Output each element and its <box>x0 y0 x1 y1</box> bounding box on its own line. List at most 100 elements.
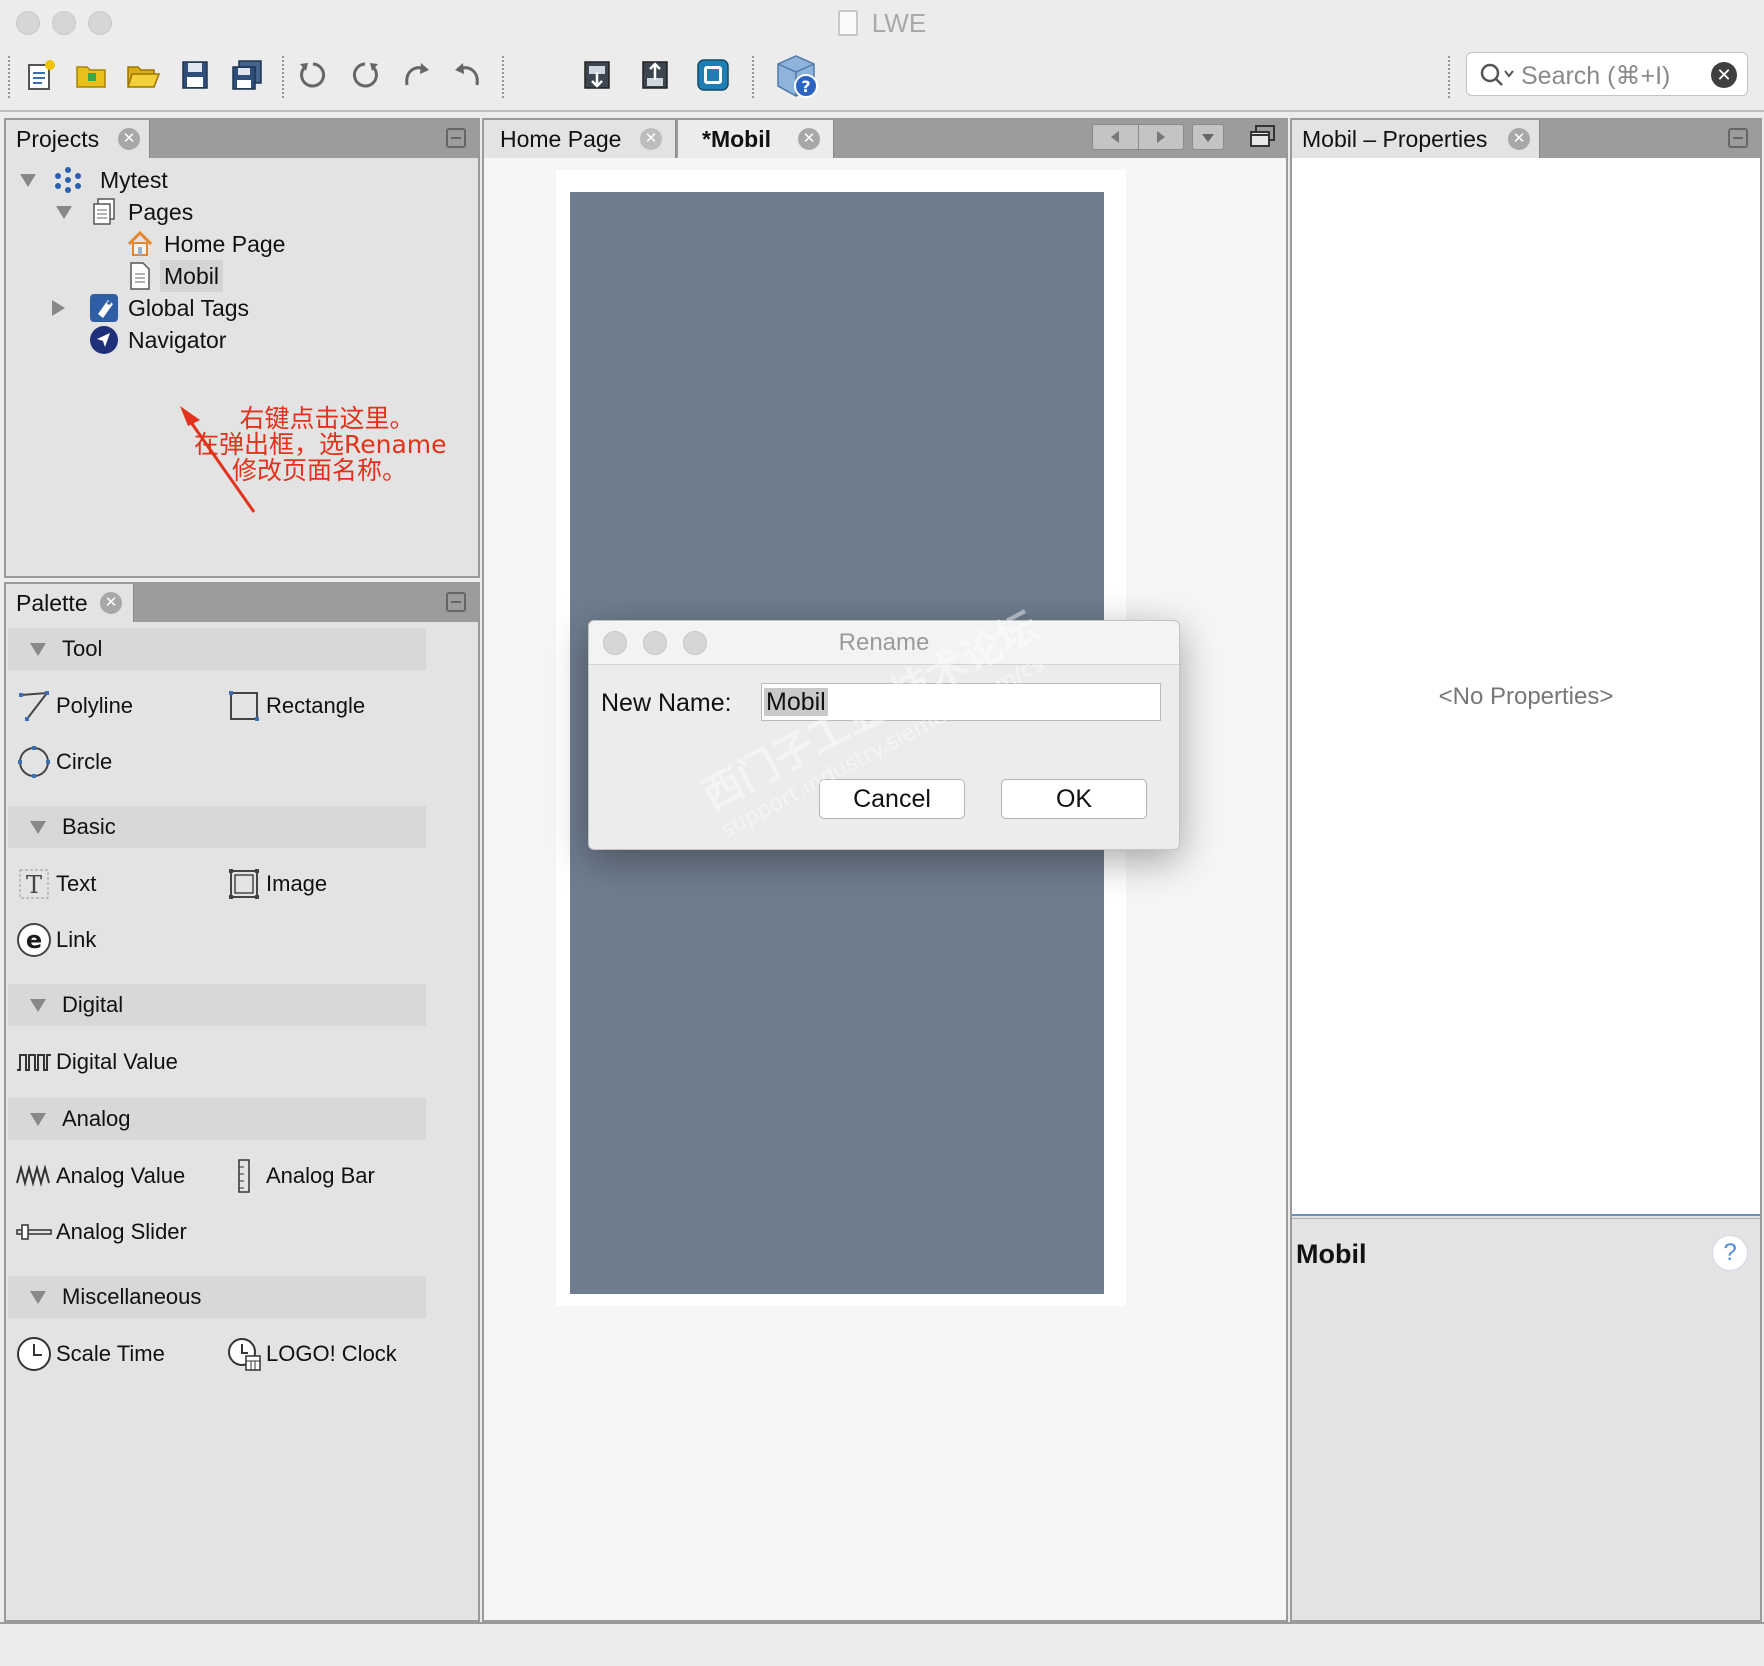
tab-properties[interactable]: Mobil – Properties ✕ <box>1292 120 1540 158</box>
close-tab-icon[interactable]: ✕ <box>640 128 662 150</box>
tab-home-page-label: Home Page <box>500 126 622 152</box>
category-tool[interactable]: Tool <box>8 628 426 670</box>
palette-item-digital-value[interactable]: Digital Value <box>12 1042 178 1082</box>
clear-search-icon[interactable]: ✕ <box>1711 62 1737 88</box>
tab-mobil-label: *Mobil <box>702 126 771 152</box>
palette-item-label: Polyline <box>56 693 134 718</box>
toolbar-separator <box>752 56 754 98</box>
palette-item-label: Circle <box>56 749 113 774</box>
title-bar: LWE <box>0 0 1764 44</box>
ok-button[interactable]: OK <box>1001 779 1147 819</box>
expand-arrow-icon <box>30 1113 46 1126</box>
window-title: LWE <box>0 8 1764 39</box>
new-folder-icon[interactable] <box>70 54 112 96</box>
minimize-panel-icon[interactable] <box>446 128 466 148</box>
properties-panel: Mobil – Properties ✕ <No Properties> Mob… <box>1290 118 1762 1622</box>
palette-item-text[interactable]: T Text <box>12 864 96 904</box>
palette-item-circle[interactable]: Circle <box>12 742 112 782</box>
annotation-line-1: 右键点击这里。 <box>239 404 415 433</box>
palette-item-label: Digital Value <box>56 1049 178 1074</box>
dialog-title: Rename <box>838 629 930 656</box>
dialog-zoom-button[interactable] <box>683 631 707 655</box>
search-input[interactable]: Search (⌘+I) <box>1521 61 1670 91</box>
editor-canvas[interactable] <box>484 158 1286 1620</box>
properties-tabstrip: Mobil – Properties ✕ <box>1292 120 1760 158</box>
simulate-icon[interactable] <box>692 54 734 96</box>
palette-item-polyline[interactable]: Polyline <box>12 686 133 726</box>
tab-palette[interactable]: Palette ✕ <box>6 584 134 622</box>
palette-panel: Palette ✕ Tool Polyline Rectangle Circle… <box>4 582 480 1622</box>
palette-item-analog-bar[interactable]: Analog Bar <box>222 1156 375 1196</box>
close-tab-icon[interactable]: ✕ <box>118 128 140 150</box>
collapse-arrow-icon[interactable] <box>52 300 65 316</box>
restore-window-icon[interactable] <box>1248 124 1278 150</box>
scroll-left-icon[interactable] <box>1111 131 1119 143</box>
category-analog[interactable]: Analog <box>8 1098 426 1140</box>
pages-icon <box>88 196 120 228</box>
expand-arrow-icon[interactable] <box>56 206 72 219</box>
palette-item-scale-time[interactable]: Scale Time <box>12 1334 165 1374</box>
redo-alt-icon[interactable] <box>396 54 438 96</box>
tab-list-button[interactable] <box>1192 124 1224 150</box>
page-icon <box>124 260 156 292</box>
close-tab-icon[interactable]: ✕ <box>798 128 820 150</box>
expand-arrow-icon <box>30 821 46 834</box>
analog-bar-icon <box>226 1158 262 1194</box>
upload-icon[interactable] <box>634 54 676 96</box>
open-icon[interactable] <box>122 54 164 96</box>
editor-tabstrip: Home Page ✕ *Mobil ✕ <box>484 120 1286 158</box>
palette-item-link[interactable]: e Link <box>12 920 96 960</box>
clock-icon <box>16 1336 52 1372</box>
rename-dialog: Rename New Name: Mobil Cancel OK <box>588 620 1180 850</box>
expand-arrow-icon[interactable] <box>20 174 36 187</box>
undo-icon[interactable] <box>292 54 334 96</box>
category-basic[interactable]: Basic <box>8 806 426 848</box>
palette-item-label: Image <box>266 871 328 896</box>
palette-item-logo-clock[interactable]: LOGO! Clock <box>222 1334 397 1374</box>
annotation-text-2: 在弹出框，选Rename <box>194 432 464 458</box>
palette-item-label: Analog Bar <box>266 1163 375 1188</box>
download-icon[interactable] <box>576 54 618 96</box>
digital-value-icon <box>16 1044 52 1080</box>
save-icon[interactable] <box>174 54 216 96</box>
help-icon[interactable]: ? <box>1712 1235 1748 1271</box>
expand-arrow-icon <box>30 1291 46 1304</box>
text-icon: T <box>16 866 52 902</box>
tree-label-mytest: Mytest <box>100 167 168 193</box>
palette-item-label: LOGO! Clock <box>266 1341 397 1366</box>
chevron-down-icon <box>1202 134 1214 142</box>
help-cube-icon[interactable]: ? <box>770 50 822 102</box>
save-all-icon[interactable] <box>226 54 268 96</box>
close-tab-icon[interactable]: ✕ <box>100 592 122 614</box>
annotation-text-3: 修改页面名称。 <box>232 458 502 484</box>
projects-panel: Projects ✕ Mytest Pages Home Page Mobil <box>4 118 480 578</box>
new-project-icon[interactable] <box>20 54 62 96</box>
divider <box>1138 125 1139 151</box>
palette-item-analog-slider[interactable]: Analog Slider <box>12 1212 187 1252</box>
minimize-panel-icon[interactable] <box>446 592 466 612</box>
tab-home-page[interactable]: Home Page ✕ <box>484 120 676 158</box>
dialog-minimize-button[interactable] <box>643 631 667 655</box>
toolbar-separator <box>1448 56 1450 98</box>
palette-tabstrip: Palette ✕ <box>6 584 478 622</box>
search-box[interactable]: Search (⌘+I) ✕ <box>1466 52 1748 96</box>
palette-item-analog-value[interactable]: Analog Value <box>12 1156 185 1196</box>
no-properties-text: <No Properties> <box>1438 683 1614 710</box>
redo-icon[interactable] <box>344 54 386 96</box>
scroll-right-icon[interactable] <box>1157 131 1165 143</box>
category-digital[interactable]: Digital <box>8 984 426 1026</box>
tab-projects[interactable]: Projects ✕ <box>6 120 150 158</box>
tree-label-pages: Pages <box>128 199 194 225</box>
palette-item-rectangle[interactable]: Rectangle <box>222 686 365 726</box>
minimize-panel-icon[interactable] <box>1728 128 1748 148</box>
dialog-close-button[interactable] <box>603 631 627 655</box>
close-tab-icon[interactable]: ✕ <box>1508 128 1530 150</box>
new-name-input[interactable]: Mobil <box>761 683 1161 721</box>
cancel-button[interactable]: Cancel <box>819 779 965 819</box>
description-title: Mobil <box>1296 1239 1367 1269</box>
undo-alt-icon[interactable] <box>446 54 488 96</box>
palette-item-image[interactable]: Image <box>222 864 327 904</box>
toolbar-separator <box>8 56 10 98</box>
tab-mobil[interactable]: *Mobil ✕ <box>678 120 834 158</box>
category-miscellaneous[interactable]: Miscellaneous <box>8 1276 426 1318</box>
